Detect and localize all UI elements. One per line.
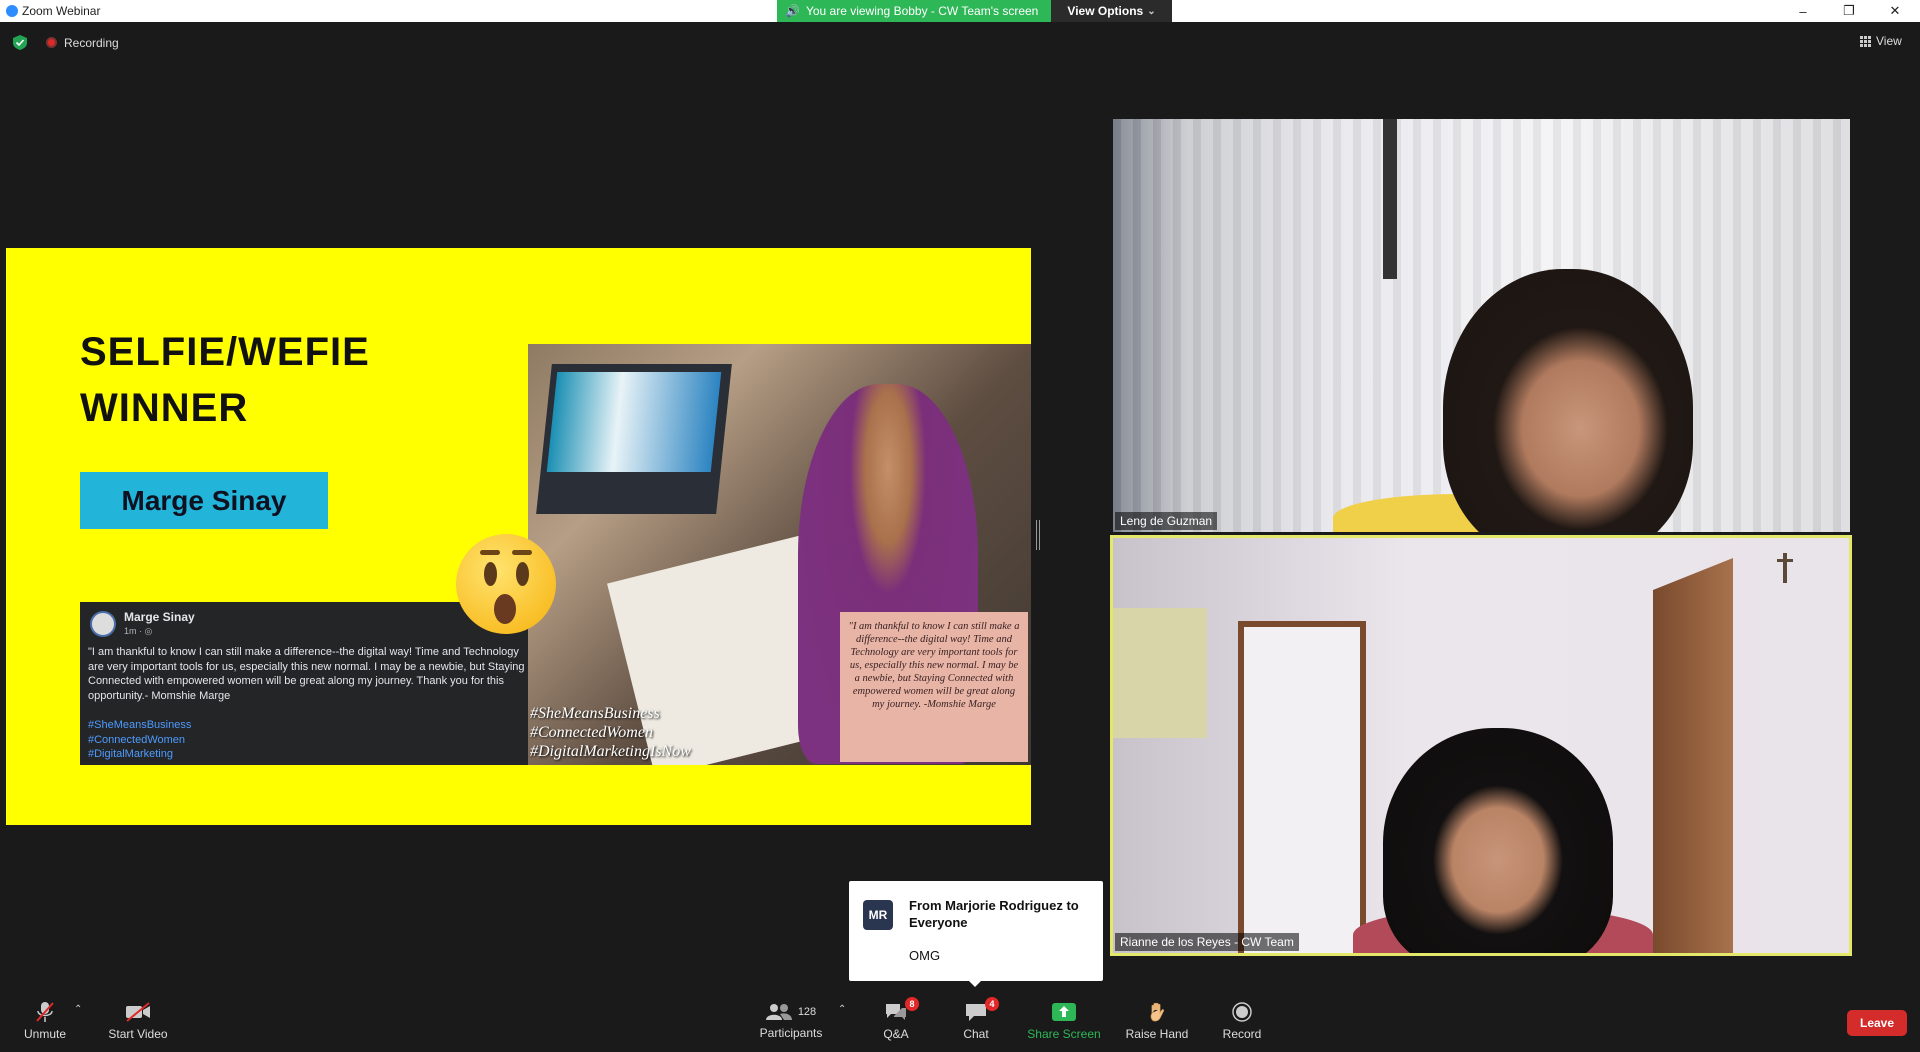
recording-dot-icon (46, 37, 57, 48)
chat-notification[interactable]: MR From Marjorie Rodriguez to Everyone O… (849, 881, 1103, 987)
unmute-button[interactable]: Unmute (20, 990, 70, 1052)
leave-button[interactable]: Leave (1847, 1010, 1907, 1036)
participant-name-tag: Rianne de los Reyes - CW Team (1115, 933, 1299, 951)
video-tile[interactable]: Leng de Guzman (1113, 119, 1850, 532)
door-shape (1653, 558, 1733, 953)
viewing-screen-banner: 🔊 You are viewing Bobby - CW Team's scre… (777, 0, 1051, 22)
view-button[interactable]: View (1860, 34, 1902, 48)
audio-options-caret-icon[interactable]: ⌃ (74, 1004, 82, 1015)
unmute-label: Unmute (23, 1026, 67, 1041)
quote-card: "I am thankful to know I can still make … (840, 612, 1028, 762)
banner-text: You are viewing Bobby - CW Team's screen (805, 4, 1039, 18)
close-window-button[interactable]: ✕ (1872, 0, 1918, 22)
post-hashtags: #SheMeansBusiness #ConnectedWomen #Digit… (88, 718, 191, 762)
qa-badge: 8 (905, 996, 919, 1011)
participants-options-caret-icon[interactable]: ⌃ (838, 1004, 846, 1015)
start-video-button[interactable]: Start Video (106, 990, 170, 1052)
participants-icon (765, 1003, 792, 1020)
active-speaker-video-tile[interactable]: Rianne de los Reyes - CW Team (1110, 535, 1852, 956)
chat-sender-line: From Marjorie Rodriguez to Everyone (909, 898, 1079, 930)
qa-button[interactable]: 8 Q&A (876, 990, 919, 1052)
share-screen-label: Share Screen (1027, 1026, 1101, 1041)
bookshelf-shape (1113, 608, 1207, 738)
start-video-label: Start Video (108, 1026, 168, 1041)
chat-icon: 4 (963, 996, 999, 1022)
zoom-app-icon (6, 5, 18, 17)
photo-hashtag: #SheMeansBusiness (530, 705, 660, 722)
share-screen-icon (1051, 1002, 1077, 1022)
shared-screen-slide: SELFIE/WEFIE WINNER Marge Sinay Marge Si… (6, 248, 1031, 825)
meeting-toolbar: Unmute ⌃ Start Video 128 Participants ⌃ … (0, 990, 1920, 1052)
winner-photo: "I am thankful to know I can still make … (528, 344, 1031, 765)
photo-hashtag: #DigitalMarketingIsNow (530, 743, 691, 760)
minimize-button[interactable]: – (1780, 0, 1826, 22)
qa-icon: 8 (883, 996, 919, 1022)
recording-label: Recording (64, 36, 119, 50)
view-options-label: View Options (1067, 4, 1144, 18)
photo-hashtag: #ConnectedWomen (530, 724, 653, 741)
raise-hand-label: Raise Hand (1125, 1026, 1189, 1041)
record-button[interactable]: Record (1220, 990, 1264, 1052)
post-meta: 1m · ◎ (124, 626, 153, 636)
chat-button[interactable]: 4 Chat (956, 990, 999, 1052)
participant-video-shape (1443, 269, 1693, 532)
window-frame-shape (1383, 119, 1397, 279)
split-view-drag-handle[interactable] (1036, 520, 1040, 550)
participant-video-shape (1383, 728, 1613, 953)
post-hashtag: #SheMeansBusiness (88, 719, 192, 731)
photo-hashtags: #SheMeansBusiness #ConnectedWomen #Digit… (530, 704, 691, 761)
post-hashtag: #ConnectedWomen (88, 733, 186, 746)
post-hashtag: #DigitalMarketing (88, 748, 173, 761)
participants-button[interactable]: 128 Participants (758, 990, 824, 1052)
chat-message: OMG (909, 948, 941, 963)
maximize-button[interactable]: ❐ (1826, 0, 1872, 22)
encryption-shield-icon[interactable] (13, 35, 27, 50)
social-post-card: Marge Sinay 1m · ◎ "I am thankful to kno… (80, 602, 532, 765)
laptop-screen-shape (546, 372, 722, 472)
video-off-icon (125, 1001, 151, 1022)
door-shape (1238, 621, 1366, 953)
share-screen-button[interactable]: Share Screen (1026, 990, 1102, 1052)
post-avatar (90, 611, 116, 637)
view-label: View (1876, 34, 1902, 48)
post-author: Marge Sinay (124, 610, 195, 624)
participants-count: 128 (797, 1005, 817, 1018)
qa-label: Q&A (883, 1026, 909, 1041)
chevron-down-icon: ⌄ (1147, 5, 1156, 17)
slide-title-line2: WINNER (80, 386, 249, 430)
raise-hand-icon (1144, 1002, 1170, 1022)
raise-hand-button[interactable]: Raise Hand (1124, 990, 1190, 1052)
record-label: Record (1222, 1026, 1262, 1041)
slide-title-line1: SELFIE/WEFIE (80, 330, 370, 374)
sender-avatar: MR (863, 900, 893, 930)
view-options-button[interactable]: View Options ⌄ (1051, 0, 1172, 22)
toast-pointer (967, 979, 983, 987)
record-icon (1229, 1001, 1255, 1022)
post-body: "I am thankful to know I can still make … (88, 646, 525, 702)
chat-badge: 4 (985, 996, 999, 1011)
window-title: Zoom Webinar (22, 4, 101, 18)
grid-view-icon (1860, 35, 1871, 47)
participants-label: Participants (759, 1025, 823, 1040)
surprised-emoji-icon (456, 534, 556, 634)
speaker-icon: 🔊 (785, 4, 800, 18)
chat-label: Chat (963, 1026, 989, 1041)
slide-title: SELFIE/WEFIE WINNER (80, 324, 370, 436)
participant-name-tag: Leng de Guzman (1115, 512, 1218, 530)
winner-name-box: Marge Sinay (80, 472, 328, 529)
muted-microphone-icon (32, 1001, 58, 1022)
